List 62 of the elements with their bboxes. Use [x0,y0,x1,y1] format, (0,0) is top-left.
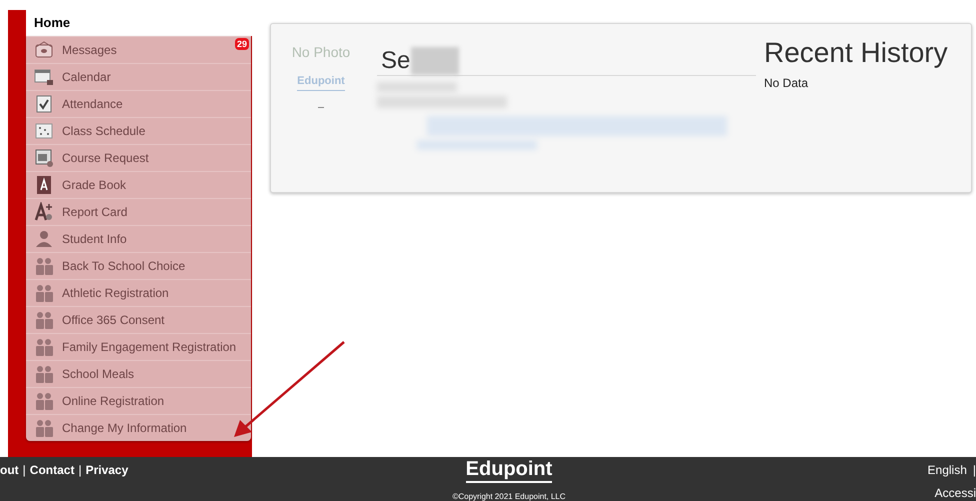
people-icon [34,310,54,330]
empty-message: No Data [764,75,810,92]
menu-item[interactable]: Back To School Choice [26,252,251,279]
people-icon [34,391,54,411]
menu-label: Report Card [62,204,128,221]
menu-label: Family Engagement Registration [62,339,236,356]
menu-item[interactable]: Course Request [26,144,251,171]
menu-label: Calendar [62,69,111,86]
separator-text: | [972,462,976,479]
menu-item[interactable]: Office 365 Consent [26,306,251,333]
logo-text: Edupoint [466,457,552,483]
document-icon [34,148,54,168]
schedule-icon [34,121,54,141]
menu-item[interactable]: Grade Book [26,171,251,198]
menu-item[interactable]: Athletic Registration [26,279,251,306]
menu-label: Student Info [62,231,127,248]
logo-text: Edupoint [297,73,345,90]
menu-label: Attendance [62,96,123,113]
menu-label: Messages [62,42,117,59]
footer-link[interactable]: Privacy [86,461,128,479]
menu-label: Course Request [62,150,149,167]
menu-label: Online Registration [62,393,164,410]
section-title: Recent History [764,36,949,70]
people-icon [34,337,54,357]
menu-item[interactable]: School Meals [26,360,251,387]
copyright-text: ©Copyright 2021 Edupoint, LLC [452,491,566,501]
dash-mark [318,106,324,108]
menu-label: Back To School Choice [62,258,186,275]
people-icon [34,283,54,303]
menu-item[interactable]: Family Engagement Registration [26,333,251,360]
accessibility-link[interactable]: Accessi [934,484,976,501]
home-tab[interactable]: Home [26,10,252,36]
person-icon [34,229,54,249]
menu-item[interactable]: Online Registration [26,387,251,414]
calendar-icon [34,67,54,87]
letter-icon [34,202,54,222]
people-icon [34,256,54,276]
book-icon [34,175,54,195]
menu-item[interactable]: Calendar [26,63,251,90]
student-name: Se [381,46,410,76]
menu-label: Change My Information [62,420,187,437]
menu-label: School Meals [62,366,134,383]
menu-label: Grade Book [62,177,126,194]
language-link[interactable]: English [928,461,967,479]
menu-label: Athletic Registration [62,285,169,302]
no-photo-label: No Photo [292,43,350,62]
count-badge: 29 [234,38,249,50]
menu-item[interactable]: Attendance [26,90,251,117]
menu-label: Office 365 Consent [62,312,165,329]
footer-link[interactable]: Contact [30,461,74,479]
menu-item[interactable]: Student Info [26,225,251,252]
menu-item[interactable]: Report Card [26,198,251,225]
people-icon [34,364,54,384]
separator-text: | [22,462,26,479]
checklist-icon [34,94,54,114]
separator-text: | [78,462,82,479]
menu-label: Class Schedule [62,123,146,140]
envelope-icon [34,40,54,60]
menu-item[interactable]: Class Schedule [26,117,251,144]
people-icon [34,418,54,438]
menu-item[interactable]: Messages 29 [26,36,251,63]
footer-link[interactable]: out [0,461,19,479]
